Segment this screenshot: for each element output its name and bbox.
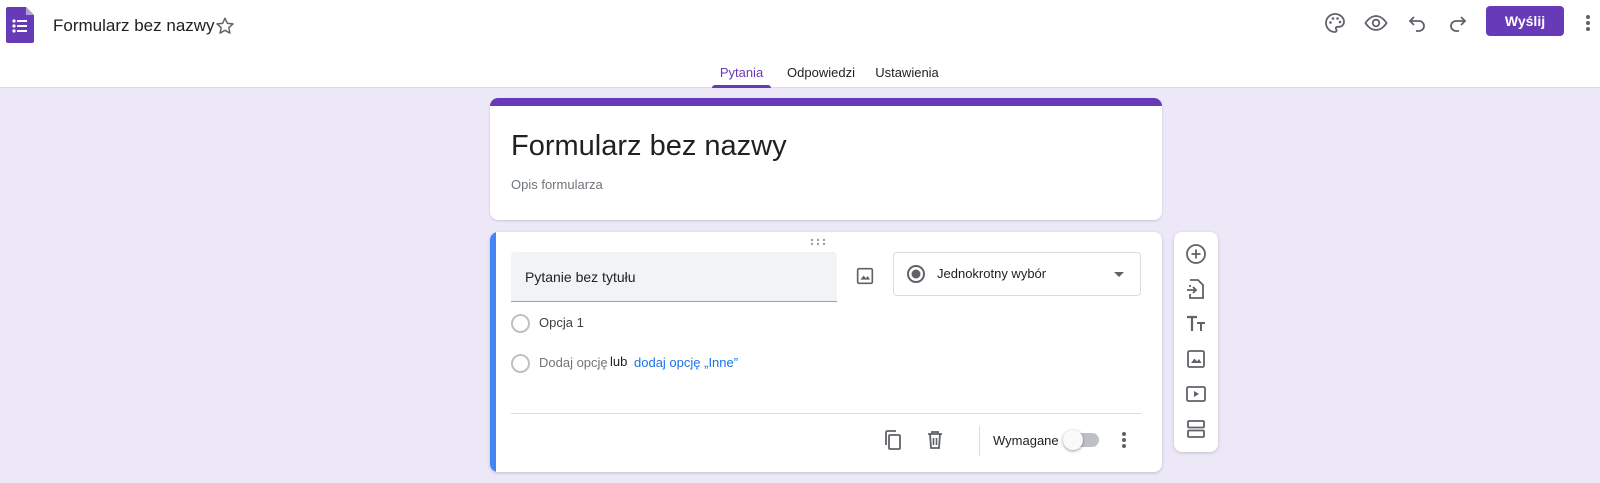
star-icon[interactable] (214, 15, 236, 37)
floating-toolbar (1174, 232, 1218, 452)
option-label[interactable]: Opcja 1 (539, 315, 584, 330)
add-option-link[interactable]: Dodaj opcję (539, 355, 608, 370)
question-type-label: Jednokrotny wybór (937, 266, 1047, 281)
tab-label: Pytania (719, 65, 764, 80)
tab-questions[interactable]: Pytania (712, 58, 771, 88)
drag-handle-icon[interactable] (810, 238, 826, 246)
trash-icon[interactable] (923, 428, 947, 452)
document-title[interactable]: Formularz bez nazwy (53, 14, 215, 38)
radio-button-icon (907, 265, 925, 283)
add-question-icon[interactable] (1184, 242, 1208, 266)
tab-label: Ustawienia (875, 65, 939, 80)
question-type-select[interactable]: Jednokrotny wybór (893, 252, 1141, 296)
footer-separator (979, 426, 980, 456)
tab-settings[interactable]: Ustawienia (867, 58, 947, 88)
required-label: Wymagane (993, 433, 1059, 448)
add-option-row: Dodaj opcję lub dodaj opcję „Inne” (511, 353, 771, 375)
palette-icon[interactable] (1323, 11, 1347, 35)
question-title-input[interactable]: Pytanie bez tytułu (511, 252, 837, 302)
form-title-input[interactable]: Formularz bez nazwy (511, 128, 787, 164)
title-text-icon[interactable] (1184, 312, 1208, 336)
tab-bar: Pytania Odpowiedzi Ustawienia (0, 58, 1600, 88)
or-text: lub (610, 354, 628, 369)
add-other-option-link[interactable]: dodaj opcję „Inne” (634, 355, 738, 370)
tab-label: Odpowiedzi (787, 65, 855, 80)
required-toggle[interactable] (1063, 430, 1099, 450)
add-image-icon[interactable] (854, 265, 876, 287)
toggle-knob (1063, 430, 1083, 450)
import-questions-icon[interactable] (1184, 277, 1208, 301)
eye-icon[interactable] (1364, 11, 1388, 35)
app-header: Formularz bez nazwy Wyślij Pytania Odpow… (0, 0, 1600, 88)
active-tab-indicator (712, 85, 771, 88)
video-icon[interactable] (1184, 382, 1208, 406)
form-title-card[interactable]: Formularz bez nazwy Opis formularza (490, 98, 1162, 220)
question-card[interactable]: Pytanie bez tytułu Jednokrotny wybór Opc… (490, 232, 1162, 472)
option-radio (511, 314, 530, 333)
forms-logo-icon[interactable] (6, 7, 34, 43)
more-vert-icon[interactable] (1582, 11, 1594, 35)
image-icon[interactable] (1184, 347, 1208, 371)
tab-responses[interactable]: Odpowiedzi (777, 58, 865, 88)
footer-divider (511, 413, 1141, 414)
more-options-icon[interactable] (1118, 428, 1130, 452)
accent-bar (490, 98, 1162, 106)
option-radio (511, 354, 530, 373)
duplicate-icon[interactable] (881, 428, 905, 452)
form-description-input[interactable]: Opis formularza (511, 177, 603, 192)
redo-icon[interactable] (1446, 11, 1470, 35)
undo-icon[interactable] (1405, 11, 1429, 35)
send-button[interactable]: Wyślij (1486, 6, 1564, 36)
section-icon[interactable] (1184, 417, 1208, 441)
focus-indicator-bar (490, 232, 496, 472)
dropdown-arrow-icon (1114, 272, 1124, 277)
